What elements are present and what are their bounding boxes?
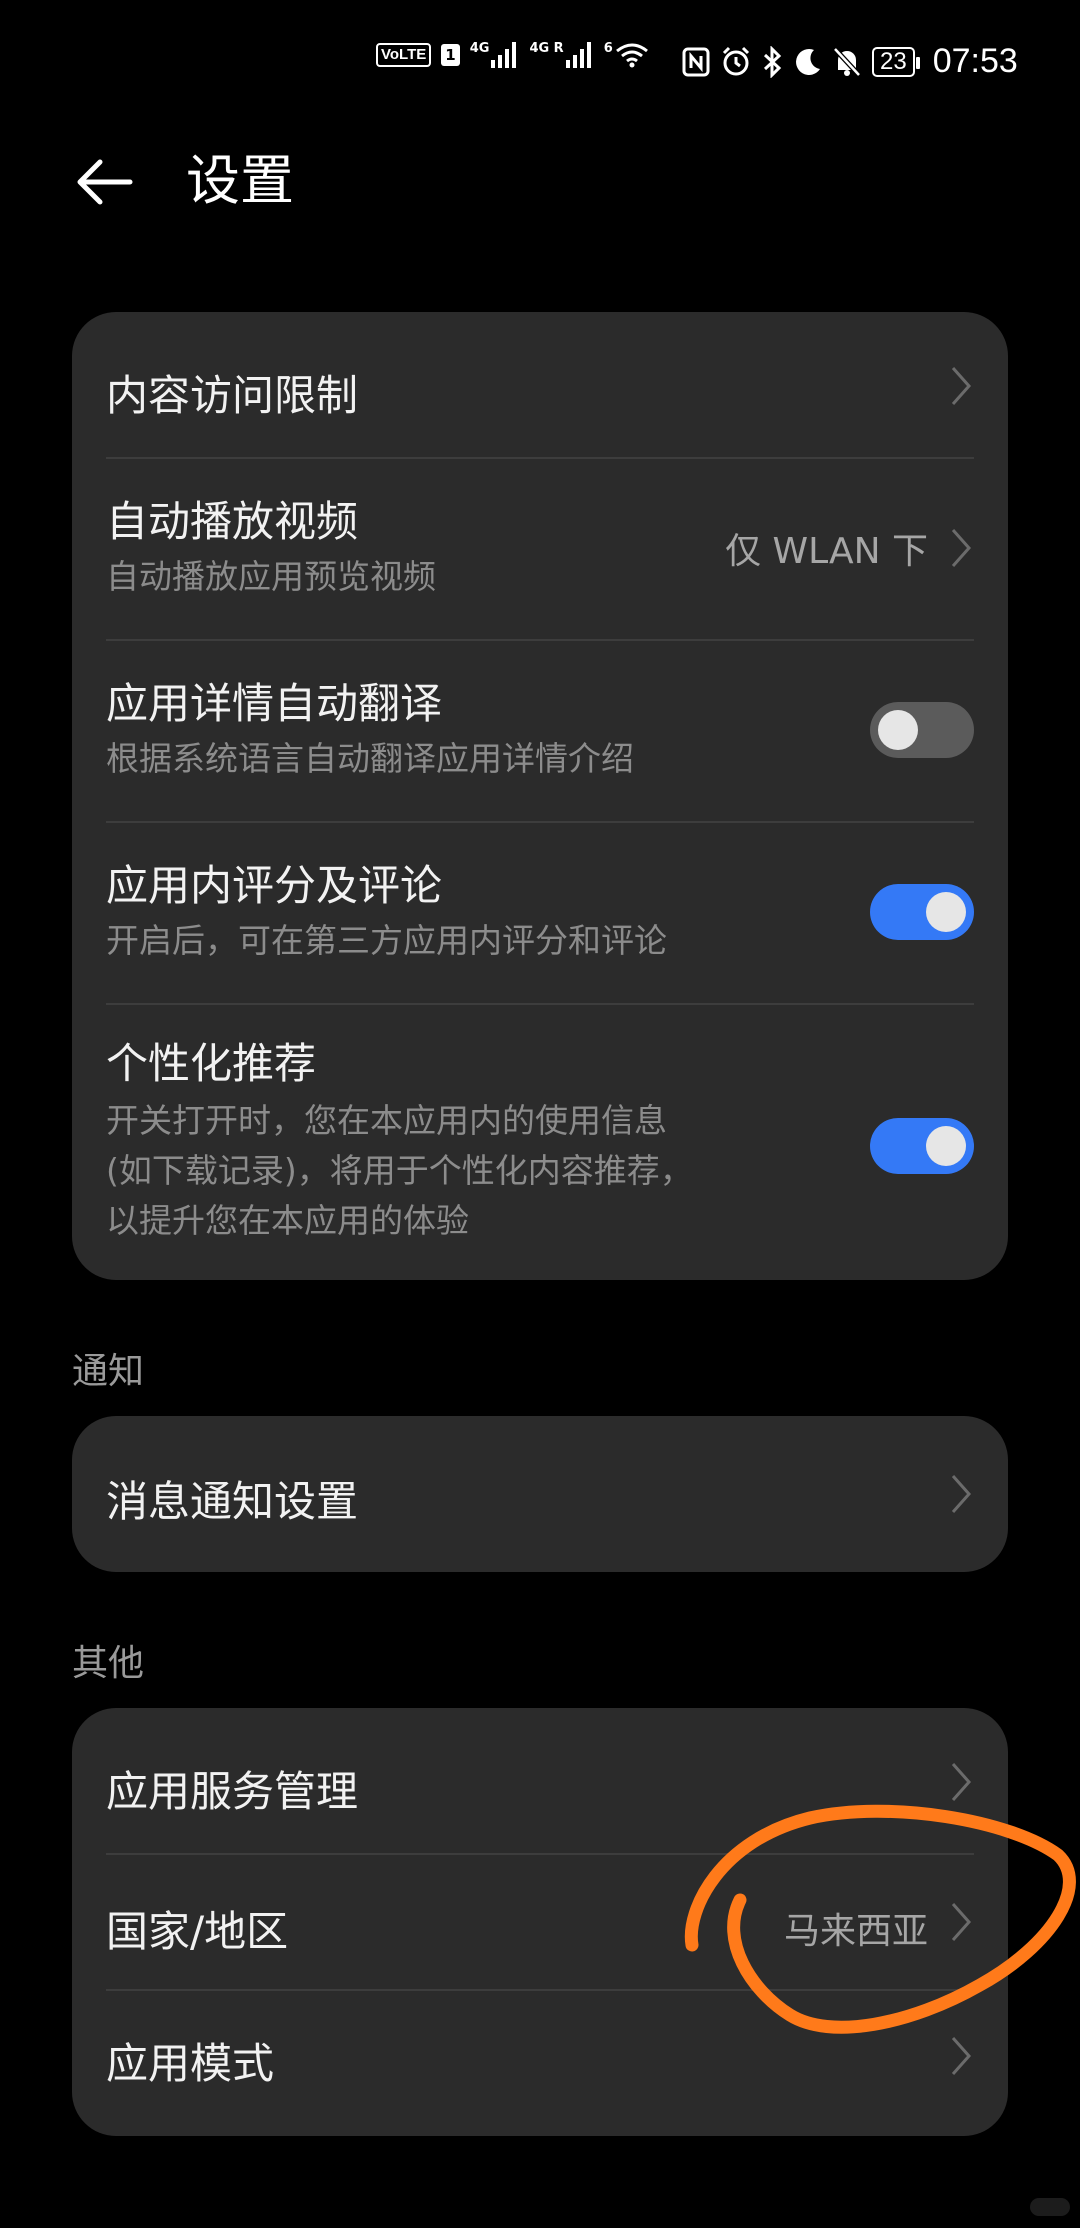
settings-card-general: 内容访问限制 自动播放视频 自动播放应用预览视频 仅 WLAN 下 应用详情自动… xyxy=(72,312,1008,1280)
mute-icon xyxy=(833,46,861,77)
row-subtitle-line-3: 以提升您在本应用的体验 xyxy=(106,1201,469,1240)
bluetooth-icon xyxy=(763,45,782,78)
row-subtitle-line-2: (如下载记录)，将用于个性化内容推荐， xyxy=(106,1151,693,1190)
row-subtitle: 自动播放应用预览视频 xyxy=(106,557,436,596)
row-title: 国家/地区 xyxy=(106,1907,289,1956)
setting-row-app-mode[interactable]: 应用模式 xyxy=(72,1990,1008,2136)
section-label-other: 其他 xyxy=(72,1643,145,1684)
setting-row-autoplay-video[interactable]: 自动播放视频 自动播放应用预览视频 仅 WLAN 下 xyxy=(72,458,1008,640)
chevron-right-icon xyxy=(951,529,972,567)
row-title: 应用模式 xyxy=(106,2039,275,2088)
sim-badge: 1 xyxy=(441,44,460,66)
setting-row-country-region[interactable]: 国家/地区 马来西亚 xyxy=(72,1854,1008,1990)
autoplay-value: 仅 WLAN 下 xyxy=(725,531,928,572)
setting-row-content-restriction[interactable]: 内容访问限制 xyxy=(72,312,1008,458)
status-bar: VoLTE 1 4G 4G R 6 23 07:53 xyxy=(0,0,1080,120)
signal-icon xyxy=(565,42,591,68)
arrow-left-icon[interactable] xyxy=(72,150,136,214)
wifi-icon xyxy=(615,43,648,68)
chevron-right-icon xyxy=(951,1763,972,1801)
toggle-knob xyxy=(878,710,918,750)
settings-card-notifications: 消息通知设置 xyxy=(72,1416,1008,1572)
moon-icon xyxy=(796,48,820,75)
network-type-1: 4G xyxy=(469,40,490,56)
row-title: 应用内评分及评论 xyxy=(106,861,443,910)
row-title: 应用详情自动翻译 xyxy=(106,679,443,728)
volte-badge: VoLTE xyxy=(376,43,432,67)
auto-translate-toggle[interactable] xyxy=(870,702,974,758)
row-title: 内容访问限制 xyxy=(106,371,359,420)
status-time: 07:53 xyxy=(932,42,1018,80)
setting-row-auto-translate: 应用详情自动翻译 根据系统语言自动翻译应用详情介绍 xyxy=(72,640,1008,822)
page-title: 设置 xyxy=(186,149,294,212)
row-title: 应用服务管理 xyxy=(106,1767,359,1816)
nfc-icon xyxy=(682,47,710,76)
wifi-generation: 6 xyxy=(603,40,613,56)
setting-row-message-notifications[interactable]: 消息通知设置 xyxy=(72,1416,1008,1572)
chevron-right-icon xyxy=(951,2037,972,2075)
settings-card-other: 应用服务管理 国家/地区 马来西亚 应用模式 xyxy=(72,1708,1008,2136)
row-subtitle-line-1: 开关打开时，您在本应用内的使用信息 xyxy=(106,1101,667,1140)
toggle-knob xyxy=(926,892,966,932)
setting-row-in-app-rating: 应用内评分及评论 开启后，可在第三方应用内评分和评论 xyxy=(72,822,1008,1004)
chevron-right-icon xyxy=(951,1475,972,1513)
row-subtitle: 开启后，可在第三方应用内评分和评论 xyxy=(106,921,667,960)
section-label-notifications: 通知 xyxy=(72,1351,145,1392)
personalized-recommendation-toggle[interactable] xyxy=(870,1118,974,1174)
toggle-knob xyxy=(926,1126,966,1166)
status-bar-left: VoLTE 1 4G 4G R 6 xyxy=(376,40,649,68)
setting-row-app-service-management[interactable]: 应用服务管理 xyxy=(72,1708,1008,1854)
chevron-right-icon xyxy=(951,367,972,405)
watermark xyxy=(1030,2198,1070,2216)
in-app-rating-toggle[interactable] xyxy=(870,884,974,940)
battery-indicator: 23 xyxy=(872,46,920,77)
row-title: 消息通知设置 xyxy=(106,1477,359,1526)
chevron-right-icon xyxy=(951,1903,972,1941)
country-region-value: 马来西亚 xyxy=(783,1911,928,1952)
signal-icon xyxy=(491,42,517,68)
setting-row-personalized-recommendation: 个性化推荐 开关打开时，您在本应用内的使用信息 (如下载记录)，将用于个性化内容… xyxy=(72,1004,1008,1280)
row-title: 自动播放视频 xyxy=(106,497,359,546)
alarm-icon xyxy=(722,46,750,75)
row-title: 个性化推荐 xyxy=(106,1039,317,1088)
network-type-2: 4G R xyxy=(529,40,564,56)
row-subtitle: 根据系统语言自动翻译应用详情介绍 xyxy=(106,739,634,778)
status-bar-right: 23 07:53 xyxy=(682,42,1018,81)
